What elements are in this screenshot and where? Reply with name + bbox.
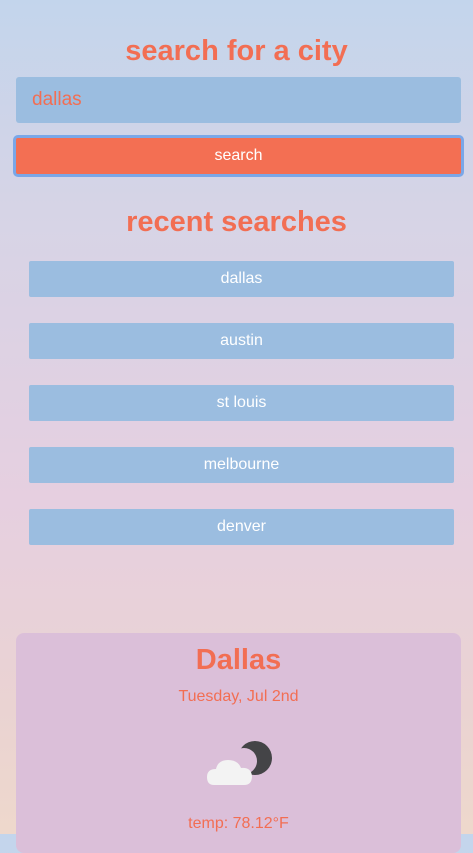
search-button[interactable]: search — [13, 135, 464, 177]
city-search-input[interactable] — [16, 77, 461, 123]
recent-search-item[interactable]: dallas — [29, 261, 454, 297]
recent-search-item[interactable]: austin — [29, 323, 454, 359]
current-weather-card: Dallas Tuesday, Jul 2nd temp: 78.12°F — [16, 633, 461, 853]
forecast-date: Tuesday, Jul 2nd — [178, 688, 299, 705]
partly-cloudy-night-icon — [207, 741, 272, 785]
city-name: Dallas — [195, 644, 282, 676]
recent-search-item[interactable]: denver — [29, 509, 454, 545]
temperature-readout: temp: 78.12°F — [188, 815, 289, 832]
recent-searches-list: dallas austin st louis melbourne denver — [29, 261, 454, 571]
recent-search-item[interactable]: st louis — [29, 385, 454, 421]
recent-searches-title: recent searches — [126, 206, 347, 238]
search-title: search for a city — [125, 35, 348, 67]
recent-search-item[interactable]: melbourne — [29, 447, 454, 483]
